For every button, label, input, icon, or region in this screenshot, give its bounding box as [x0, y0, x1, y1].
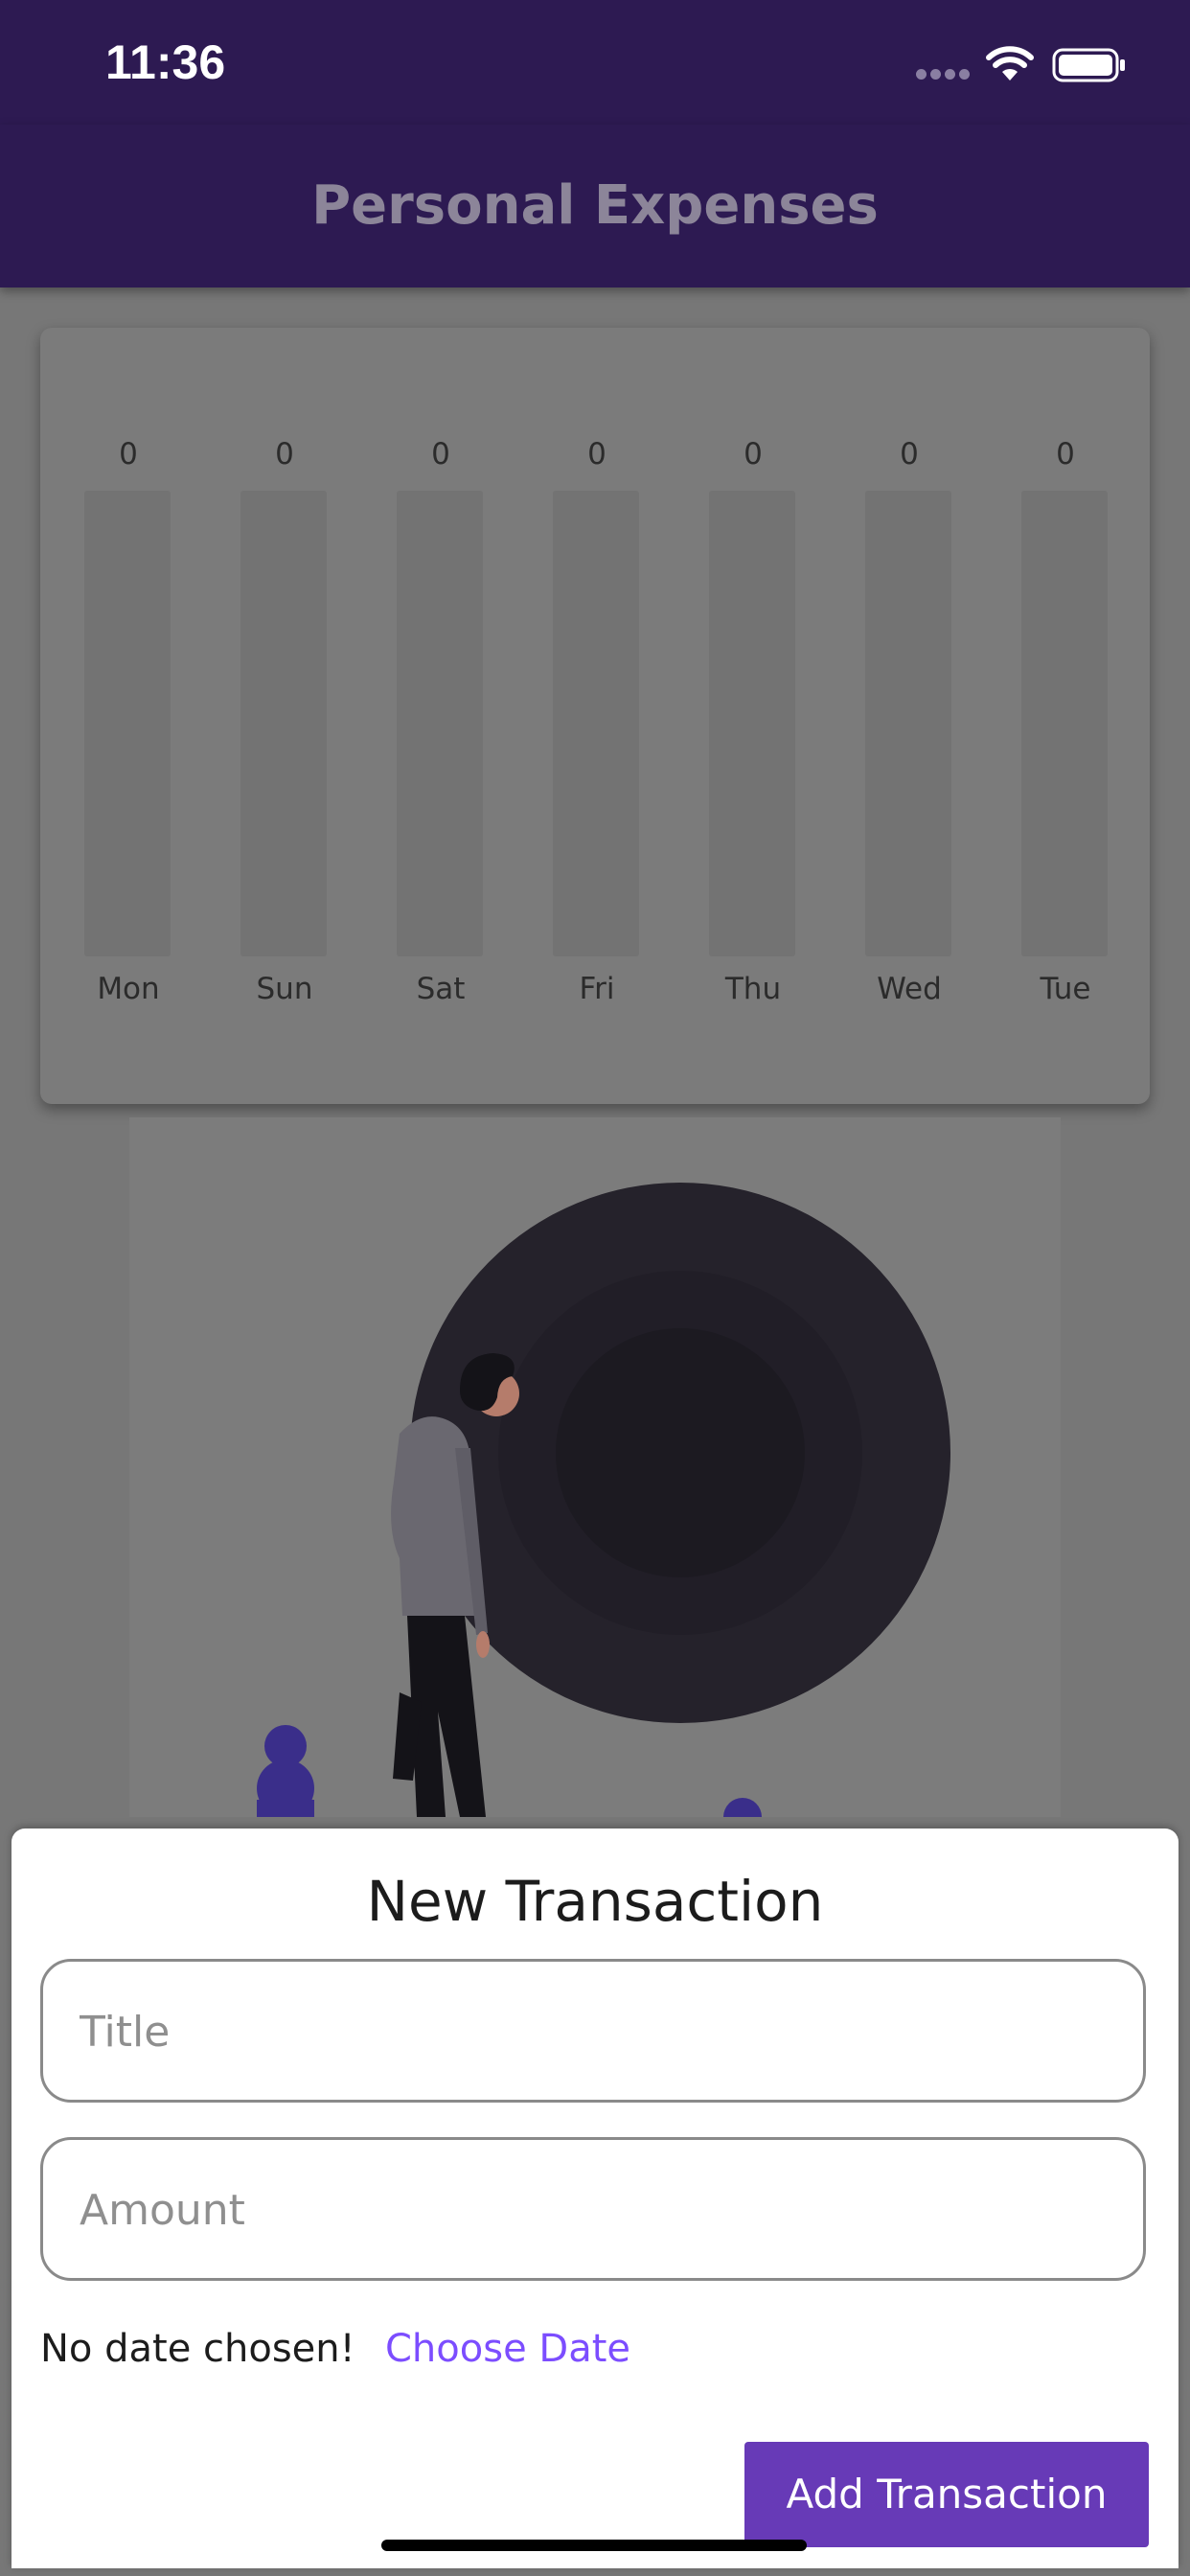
bar-day-label: Mon — [97, 972, 160, 1006]
cellular-signal-icon — [916, 69, 972, 80]
chart-bar-sat: 0 Sat — [393, 328, 489, 1104]
chart-bar-sun: 0 Sun — [237, 328, 332, 1104]
bar-day-label: Sun — [256, 972, 313, 1006]
home-indicator — [381, 2540, 807, 2551]
app-bar: Personal Expenses — [0, 125, 1190, 288]
bar-track — [240, 491, 327, 956]
bar-track — [553, 491, 639, 956]
page-title: Personal Expenses — [311, 174, 879, 237]
bar-track — [1021, 491, 1108, 956]
bar-amount: 0 — [275, 437, 294, 472]
sheet-title: New Transaction — [366, 1869, 824, 1934]
chart-bar-fri: 0 Fri — [549, 328, 645, 1104]
bar-track — [709, 491, 795, 956]
bar-track — [397, 491, 483, 956]
bar-amount: 0 — [1056, 437, 1075, 472]
bar-day-label: Thu — [724, 972, 782, 1006]
weekly-spending-chart: 0 Mon 0 Sun 0 Sat 0 Fri 0 Thu 0 Wed 0 Tu… — [40, 328, 1150, 1104]
bar-amount: 0 — [119, 437, 138, 472]
status-bar: 11:36 — [0, 0, 1190, 125]
wifi-icon — [986, 46, 1034, 80]
bar-day-label: Tue — [1040, 972, 1091, 1006]
bar-day-label: Wed — [877, 972, 942, 1006]
amount-input[interactable] — [78, 2140, 1107, 2280]
bar-day-label: Sat — [416, 972, 466, 1006]
person-looking-at-portal-illustration — [257, 1183, 950, 1817]
date-status-text: No date chosen! — [40, 2327, 355, 2371]
title-field[interactable] — [40, 1959, 1146, 2103]
empty-state-illustration — [129, 1117, 1061, 1817]
bar-amount: 0 — [900, 437, 919, 472]
title-input[interactable] — [78, 1962, 1107, 2102]
choose-date-button[interactable]: Choose Date — [385, 2327, 630, 2371]
new-transaction-sheet: New Transaction No date chosen! Choose D… — [11, 1828, 1179, 2568]
battery-icon — [1052, 48, 1125, 82]
chart-bar-wed: 0 Wed — [861, 328, 957, 1104]
amount-field[interactable] — [40, 2137, 1146, 2281]
chart-bar-tue: 0 Tue — [1018, 328, 1113, 1104]
bar-amount: 0 — [587, 437, 606, 472]
bar-day-label: Fri — [579, 972, 615, 1006]
status-time: 11:36 — [105, 35, 226, 89]
chart-bar-mon: 0 Mon — [80, 328, 176, 1104]
bar-track — [865, 491, 951, 956]
bar-amount: 0 — [744, 437, 763, 472]
bar-track — [84, 491, 171, 956]
add-transaction-button[interactable]: Add Transaction — [744, 2442, 1149, 2547]
bar-amount: 0 — [431, 437, 450, 472]
chart-bar-thu: 0 Thu — [705, 328, 801, 1104]
